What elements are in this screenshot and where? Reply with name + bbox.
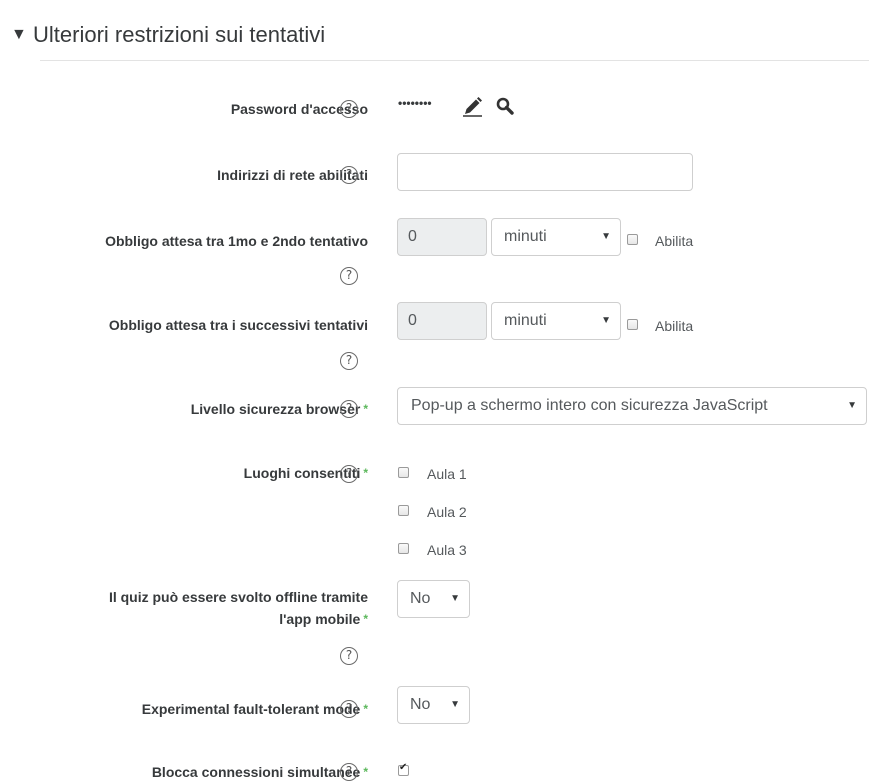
fault-tolerant-label: Experimental fault-tolerant mode * [142,698,368,721]
help-icon-offline[interactable]: ? [340,647,358,665]
delay1-enable-checkbox[interactable] [627,234,638,245]
password-masked-value: •••••••• [398,96,432,110]
help-icon-password[interactable]: ? [340,100,358,118]
subnet-input[interactable] [397,153,693,191]
help-icon-delay1[interactable]: ? [340,267,358,285]
browser-security-select[interactable]: Pop-up a schermo intero con sicurezza Ja… [397,387,867,425]
delay1-value-input[interactable]: 0 [397,218,487,256]
chevron-down-icon: ▼ [450,593,460,604]
delay2-unit-select[interactable]: minuti ▼ [491,302,621,340]
chevron-down-icon: ▼ [601,315,611,326]
help-icon-delay2[interactable]: ? [340,352,358,370]
section-header-toggle[interactable]: ▼ Ulteriori restrizioni sui tentativi [11,18,325,52]
section-divider [40,60,869,61]
delay2-unit-value: minuti [504,312,547,329]
required-icon: * [363,702,368,716]
delay1-enable-label: Abilita [655,233,694,249]
delay2-enable-checkbox[interactable] [627,319,638,330]
required-icon: * [363,402,368,416]
browser-security-value: Pop-up a schermo intero con sicurezza Ja… [411,397,768,414]
help-icon-browser-security[interactable]: ? [340,400,358,418]
required-icon: * [363,612,368,626]
chevron-down-icon: ▼ [847,400,857,411]
block-concurrent-checkbox[interactable] [398,762,409,776]
delay2-enable-label: Abilita [655,318,694,334]
block-concurrent-label-text: Blocca connessioni simultanee [151,764,361,780]
required-icon: * [363,466,368,480]
offline-label: Il quiz può essere svolto offline tramit… [38,586,368,631]
chevron-down-icon: ▼ [601,231,611,242]
delay1-label: Obbligo attesa tra 1mo e 2ndo tentativo [105,233,368,249]
pencil-icon[interactable] [462,97,484,117]
help-icon-subnet[interactable]: ? [340,166,358,184]
chevron-down-icon: ▼ [450,699,460,710]
section-title: Ulteriori restrizioni sui tentativi [33,22,326,47]
delay2-label: Obbligo attesa tra i successivi tentativ… [108,317,368,333]
fault-tolerant-select[interactable]: No ▼ [397,686,470,724]
location-aula2-checkbox[interactable] [398,505,409,516]
help-icon-locations[interactable]: ? [340,465,358,483]
magnifier-icon[interactable] [496,97,514,115]
help-icon-block-concurrent[interactable]: ? [340,763,358,781]
help-icon-fault-tolerant[interactable]: ? [340,700,358,718]
location-aula1-checkbox[interactable] [398,467,409,478]
location-aula3-label: Aula 3 [427,542,467,558]
offline-select[interactable]: No ▼ [397,580,470,618]
triangle-down-icon: ▼ [11,26,27,43]
delay2-value-input[interactable]: 0 [397,302,487,340]
required-icon: * [363,765,368,779]
fault-tolerant-value: No [410,696,431,713]
offline-value: No [410,590,431,607]
location-aula3-checkbox[interactable] [398,543,409,554]
offline-label-line2: l'app mobile [279,611,361,627]
offline-label-line1: Il quiz può essere svolto offline tramit… [108,589,368,605]
block-concurrent-label: Blocca connessioni simultanee * [152,761,368,784]
delay1-unit-select[interactable]: minuti ▼ [491,218,621,256]
location-aula1-label: Aula 1 [427,466,467,482]
browser-security-label-text: Livello sicurezza browser [190,401,361,417]
delay1-unit-value: minuti [504,228,547,245]
fault-tolerant-label-text: Experimental fault-tolerant mode [141,701,361,717]
location-aula2-label: Aula 2 [427,504,467,520]
